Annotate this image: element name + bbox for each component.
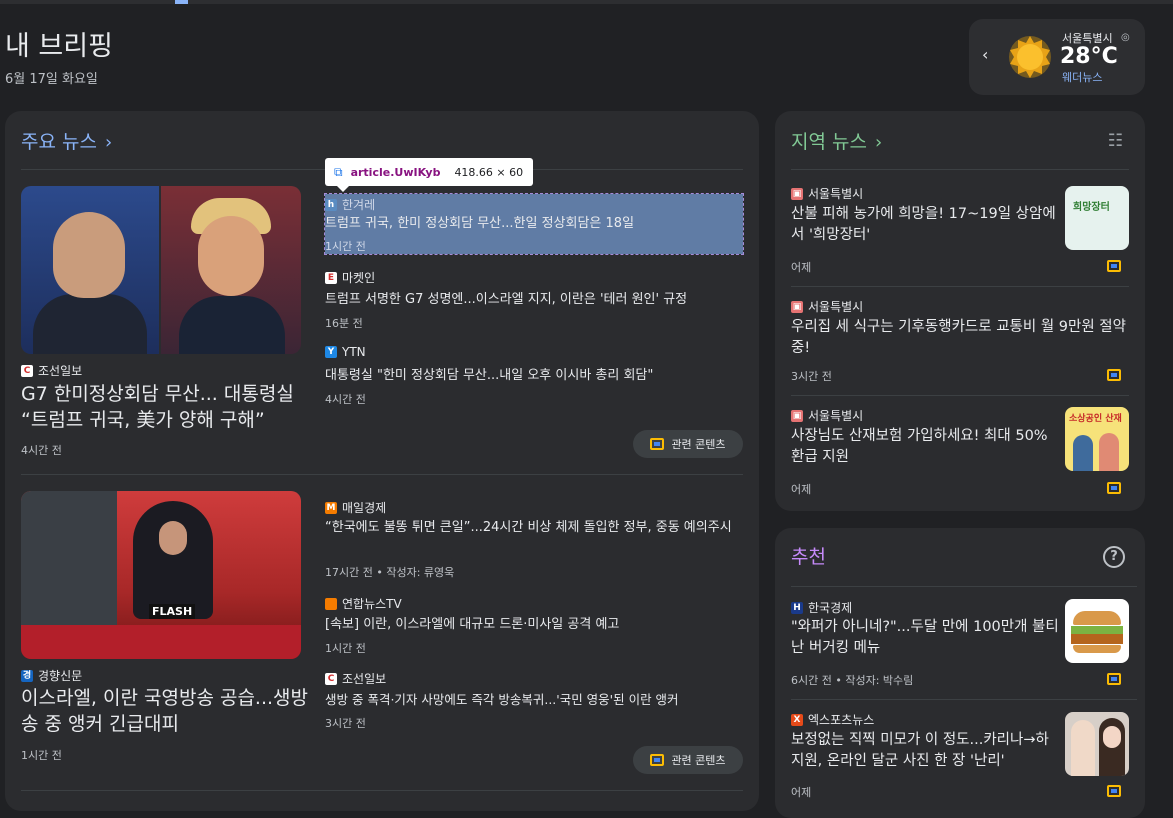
recommended-meta: 어제 [791,786,812,799]
source-khan: 경 경향신문 [21,669,83,683]
highlighted-article[interactable]: h 한겨레 트럼프 귀국, 한미 정상회담 무산...한일 정상회담은 18일 … [324,193,744,255]
source-seoul: ▣ 서울특별시 [791,409,864,423]
divider [21,790,743,791]
seoul-logo-icon: ▣ [791,409,803,422]
article-headline[interactable]: 생방 중 폭격·기자 사망에도 즉각 방송복귀...'국민 영웅'된 이란 앵커 [325,689,745,710]
weather-source-link[interactable]: 웨더뉴스 [1062,69,1102,85]
local-time: 어제 [791,261,812,274]
article-time: 16분 전 [325,317,363,330]
article-headline[interactable]: 트럼프 귀국, 한미 정상회담 무산...한일 정상회담은 18일 [325,213,743,234]
help-icon[interactable]: ? [1103,546,1125,568]
main-headline[interactable]: G7 한미정상회담 무산... 대통령실 “트럼프 귀국, 美가 양해 구해” [21,381,311,433]
weather-widget[interactable]: ‹ 서울특별시 ◎ 28°C 웨더뉴스 [969,19,1145,95]
article-time: 3시간 전 [325,717,366,730]
hankyung-logo-icon: H [791,601,803,614]
article-headline[interactable]: 대통령실 "한미 정상회담 무산...내일 오후 이시바 총리 회담" [325,365,745,386]
seoul-logo-icon: ▣ [791,300,803,313]
khan-logo-icon: 경 [21,669,33,682]
local-headline[interactable]: 산불 피해 농가에 희망을! 17~19일 상암에서 '희망장터' [791,204,1056,246]
recommended-card: 추천 ? H 한국경제 "와퍼가 아니네?"...두달 만에 100만개 불티난… [775,528,1145,818]
local-news-heading[interactable]: 지역 뉴스 › [791,127,882,154]
page-title: 내 브리핑 [5,31,113,62]
source-seoul: ▣ 서울특별시 [791,300,864,314]
burger-thumbnail[interactable] [1065,599,1129,663]
xportsnews-logo-icon: X [791,713,803,726]
local-thumbnail[interactable]: 희망장터 [1065,186,1129,250]
tab-strip [0,0,1173,4]
location-icon: ◎ [1121,32,1130,43]
divider [791,395,1129,396]
recommended-heading: 추천 [791,546,826,568]
divider [791,286,1129,287]
local-time: 어제 [791,483,812,496]
recommended-headline[interactable]: "와퍼가 아니네?"...두달 만에 100만개 불티난 버거킹 메뉴 [791,617,1061,659]
layout-icon: ⧉ [334,164,343,179]
article-headline[interactable]: [속보] 이란, 이스라엘에 대규모 드론·미사일 공격 예고 [325,614,745,635]
main-time: 1시간 전 [21,749,62,762]
divider [791,169,1129,170]
source-mk: M 매일경제 [325,501,387,515]
chosun-logo-icon: C [21,364,33,377]
related-content-icon[interactable] [1107,785,1121,797]
related-content-icon[interactable] [1107,369,1121,381]
article-meta: 17시간 전 • 작성자: 류영욱 [325,566,455,579]
related-content-icon[interactable] [1107,673,1121,685]
recommended-meta: 6시간 전 • 작성자: 박수림 [791,674,914,687]
ytn-logo-icon: Y [325,346,337,358]
source-yonhap: 연합뉴스TV [325,595,402,612]
seoul-logo-icon: ▣ [791,187,803,200]
source-seoul: ▣ 서울특별시 [791,187,864,201]
marketin-logo-icon: E [325,271,337,284]
related-content-icon[interactable] [1107,482,1121,494]
related-content-button[interactable]: 관련 콘텐츠 [633,430,743,458]
devtools-tooltip: ⧉ article.UwIKyb 418.66 × 60 [325,158,533,192]
main-time: 4시간 전 [21,444,62,457]
mk-logo-icon: M [325,501,337,514]
sun-icon [1009,36,1051,78]
divider [21,474,743,475]
related-content-icon[interactable] [1107,260,1121,272]
local-thumbnail[interactable]: 소상공인 산재 [1065,407,1129,471]
active-tab-indicator [175,0,188,4]
page-date: 6월 17일 화요일 [5,72,98,87]
local-time: 3시간 전 [791,370,832,383]
top-news-card: 주요 뉴스 › C 조선일보 G7 한미정상회담 무산... 대통령실 “트럼프 … [5,111,759,811]
article-time: 4시간 전 [325,393,366,406]
main-headline[interactable]: 이스라엘, 이란 국영방송 공습...생방송 중 앵커 긴급대피 [21,685,311,737]
celebrity-thumbnail[interactable] [1065,712,1129,776]
source-hani: h 한겨레 [325,196,375,213]
related-content-icon [650,754,665,766]
source-hankyung: H 한국경제 [791,599,852,616]
article-headline[interactable]: “한국에도 불똥 튀면 큰일”...24시간 비상 체제 돌입한 정부, 중동 … [325,517,745,538]
article-time: 1시간 전 [325,642,366,655]
top-news-heading[interactable]: 주요 뉴스 › [21,127,112,154]
source-xportsnews: X 엑스포츠뉴스 [791,711,874,728]
story-image-broadcast[interactable]: FLASH [21,491,301,659]
article-headline[interactable]: 트럼프 서명한 G7 성명엔...이스라엘 지지, 이란은 '테러 원인' 규정 [325,289,745,310]
local-news-card: 지역 뉴스 › ☷ ▣ 서울특별시 산불 피해 농가에 희망을! 17~19일 상… [775,111,1145,511]
local-headline[interactable]: 사장님도 산재보험 가입하세요! 최대 50% 환급 지원 [791,426,1056,468]
chevron-left-icon[interactable]: ‹ [982,45,988,64]
source-marketin: E 마켓인 [325,269,375,286]
article-time: 1시간 전 [325,240,366,253]
chevron-right-icon: › [104,132,113,153]
source-chosun: C 조선일보 [325,670,386,687]
tune-icon[interactable]: ☷ [1108,131,1123,151]
story-image-summit[interactable] [21,186,301,354]
hani-logo-icon: h [325,198,337,211]
recommended-headline[interactable]: 보정없는 직찍 미모가 이 정도...카리나→하지원, 온라인 달군 사진 한 … [791,730,1061,772]
weather-temperature: 28°C [1060,44,1118,69]
chosun-logo-icon: C [325,672,337,685]
yonhap-logo-icon [325,597,337,610]
related-content-button[interactable]: 관련 콘텐츠 [633,746,743,774]
divider [791,699,1137,700]
chevron-right-icon: › [874,132,883,153]
local-headline[interactable]: 우리집 세 식구는 기후동행카드로 교통비 월 9만원 절약 중! [791,317,1141,359]
divider [791,586,1137,587]
source-ytn: Y YTN [325,345,366,359]
related-content-icon [650,438,665,450]
source-chosun: C 조선일보 [21,362,82,379]
